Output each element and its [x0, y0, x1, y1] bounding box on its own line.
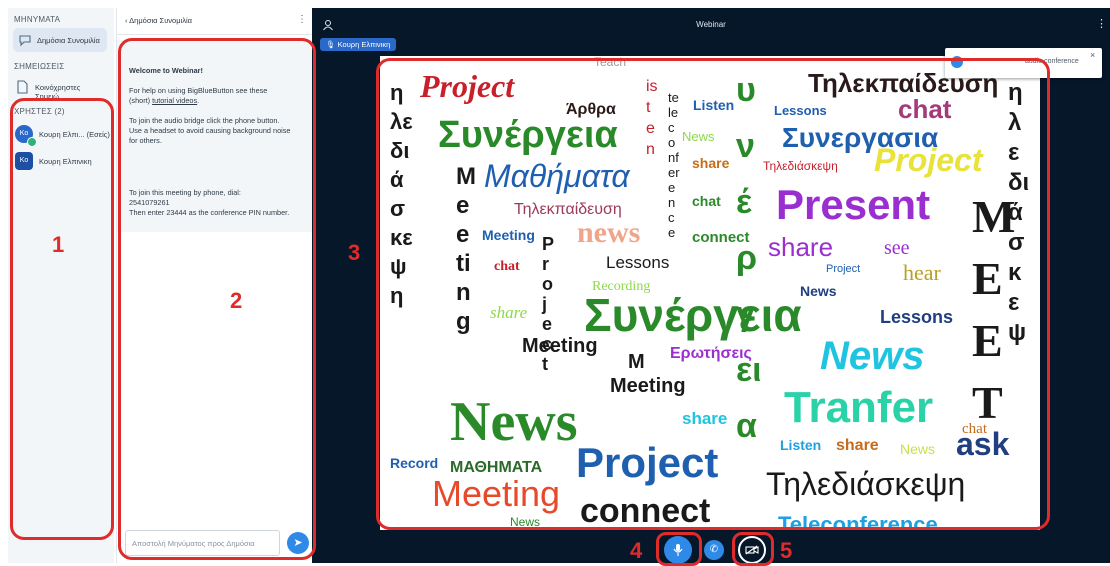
annotation-number-3: 3: [348, 240, 361, 265]
messages-section-title: ΜΗΝΥΜΑΤΑ: [14, 15, 61, 24]
annotation-box-1: [10, 98, 114, 540]
presenter-name: Κουρη Ελπινικη: [337, 40, 391, 49]
chat-bubble-icon: [18, 33, 32, 47]
presenter-badge: 🎙 Κουρη Ελπινικη: [320, 38, 397, 51]
annotation-box-5: [732, 532, 774, 566]
options-menu-icon[interactable]: ⋮: [1096, 17, 1107, 30]
chat-title: Δημόσια Συνομιλία: [129, 16, 192, 25]
public-chat-item[interactable]: Δημόσια Συνομιλία: [13, 28, 107, 52]
notes-section-title: ΣΗΜΕΙΩΣΕΙΣ: [14, 62, 65, 71]
annotation-number-5: 5: [780, 538, 793, 563]
phone-icon: ✆: [709, 544, 719, 555]
annotation-box-4: [656, 532, 702, 566]
annotation-number-4: 4: [630, 538, 643, 563]
chat-header[interactable]: ‹ Δημόσια Συνομιλία: [125, 16, 192, 25]
annotation-box-2: [118, 38, 316, 560]
public-chat-label: Δημόσια Συνομιλία: [37, 36, 100, 45]
close-icon[interactable]: ×: [1090, 50, 1095, 60]
annotation-box-3: [376, 58, 1050, 530]
divider: [117, 34, 313, 35]
notes-icon: [15, 80, 29, 94]
shared-notes-item[interactable]: Κοινόχρηστες Σημειώ...: [13, 76, 111, 101]
annotation-number-2: 2: [230, 288, 243, 313]
microphone-icon: 🎙: [326, 40, 336, 49]
phone-button[interactable]: ✆: [704, 540, 724, 560]
annotation-number-1: 1: [52, 232, 65, 257]
meeting-title: Webinar: [696, 20, 726, 29]
chat-options-icon[interactable]: ⋮: [297, 14, 307, 25]
